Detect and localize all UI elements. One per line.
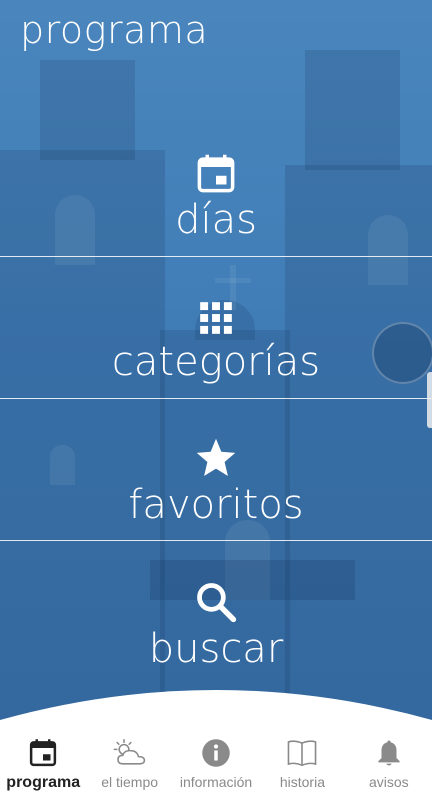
nav-tab-historia[interactable]: historia bbox=[259, 728, 345, 800]
star-icon bbox=[196, 438, 236, 476]
menu-label: categorías bbox=[111, 339, 321, 385]
nav-tab-el-tiempo[interactable]: el tiempo bbox=[86, 728, 172, 800]
nav-label: historia bbox=[279, 774, 325, 790]
calendar-icon bbox=[197, 154, 235, 193]
calendar-icon bbox=[30, 739, 57, 767]
menu-item-categorias[interactable]: categorías bbox=[0, 272, 432, 412]
menu-label: buscar bbox=[148, 626, 284, 672]
nav-label: información bbox=[179, 774, 253, 790]
bell-icon bbox=[378, 740, 400, 766]
menu-item-buscar[interactable]: buscar bbox=[0, 556, 432, 696]
nav-tab-informacion[interactable]: información bbox=[173, 728, 259, 800]
weather-icon bbox=[113, 739, 145, 765]
nav-tab-programa[interactable]: programa bbox=[0, 728, 86, 800]
divider bbox=[0, 256, 432, 257]
nav-label: programa bbox=[6, 774, 81, 791]
nav-label: avisos bbox=[368, 774, 409, 790]
nav-label: el tiempo bbox=[101, 774, 159, 790]
book-icon bbox=[288, 740, 317, 767]
bottom-nav: programa el tiempo información historia bbox=[0, 728, 432, 800]
info-icon bbox=[202, 739, 230, 767]
menu-item-favoritos[interactable]: favoritos bbox=[0, 412, 432, 552]
nav-tab-avisos[interactable]: avisos bbox=[346, 728, 432, 800]
scroll-handle[interactable] bbox=[427, 372, 432, 428]
divider bbox=[0, 398, 432, 399]
menu-item-dias[interactable]: días bbox=[0, 128, 432, 268]
divider bbox=[0, 540, 432, 541]
grid-icon bbox=[200, 302, 232, 334]
menu-label: favoritos bbox=[128, 482, 304, 528]
search-icon bbox=[197, 583, 237, 623]
app-title: programa bbox=[20, 8, 209, 52]
menu-label: días bbox=[175, 197, 257, 243]
